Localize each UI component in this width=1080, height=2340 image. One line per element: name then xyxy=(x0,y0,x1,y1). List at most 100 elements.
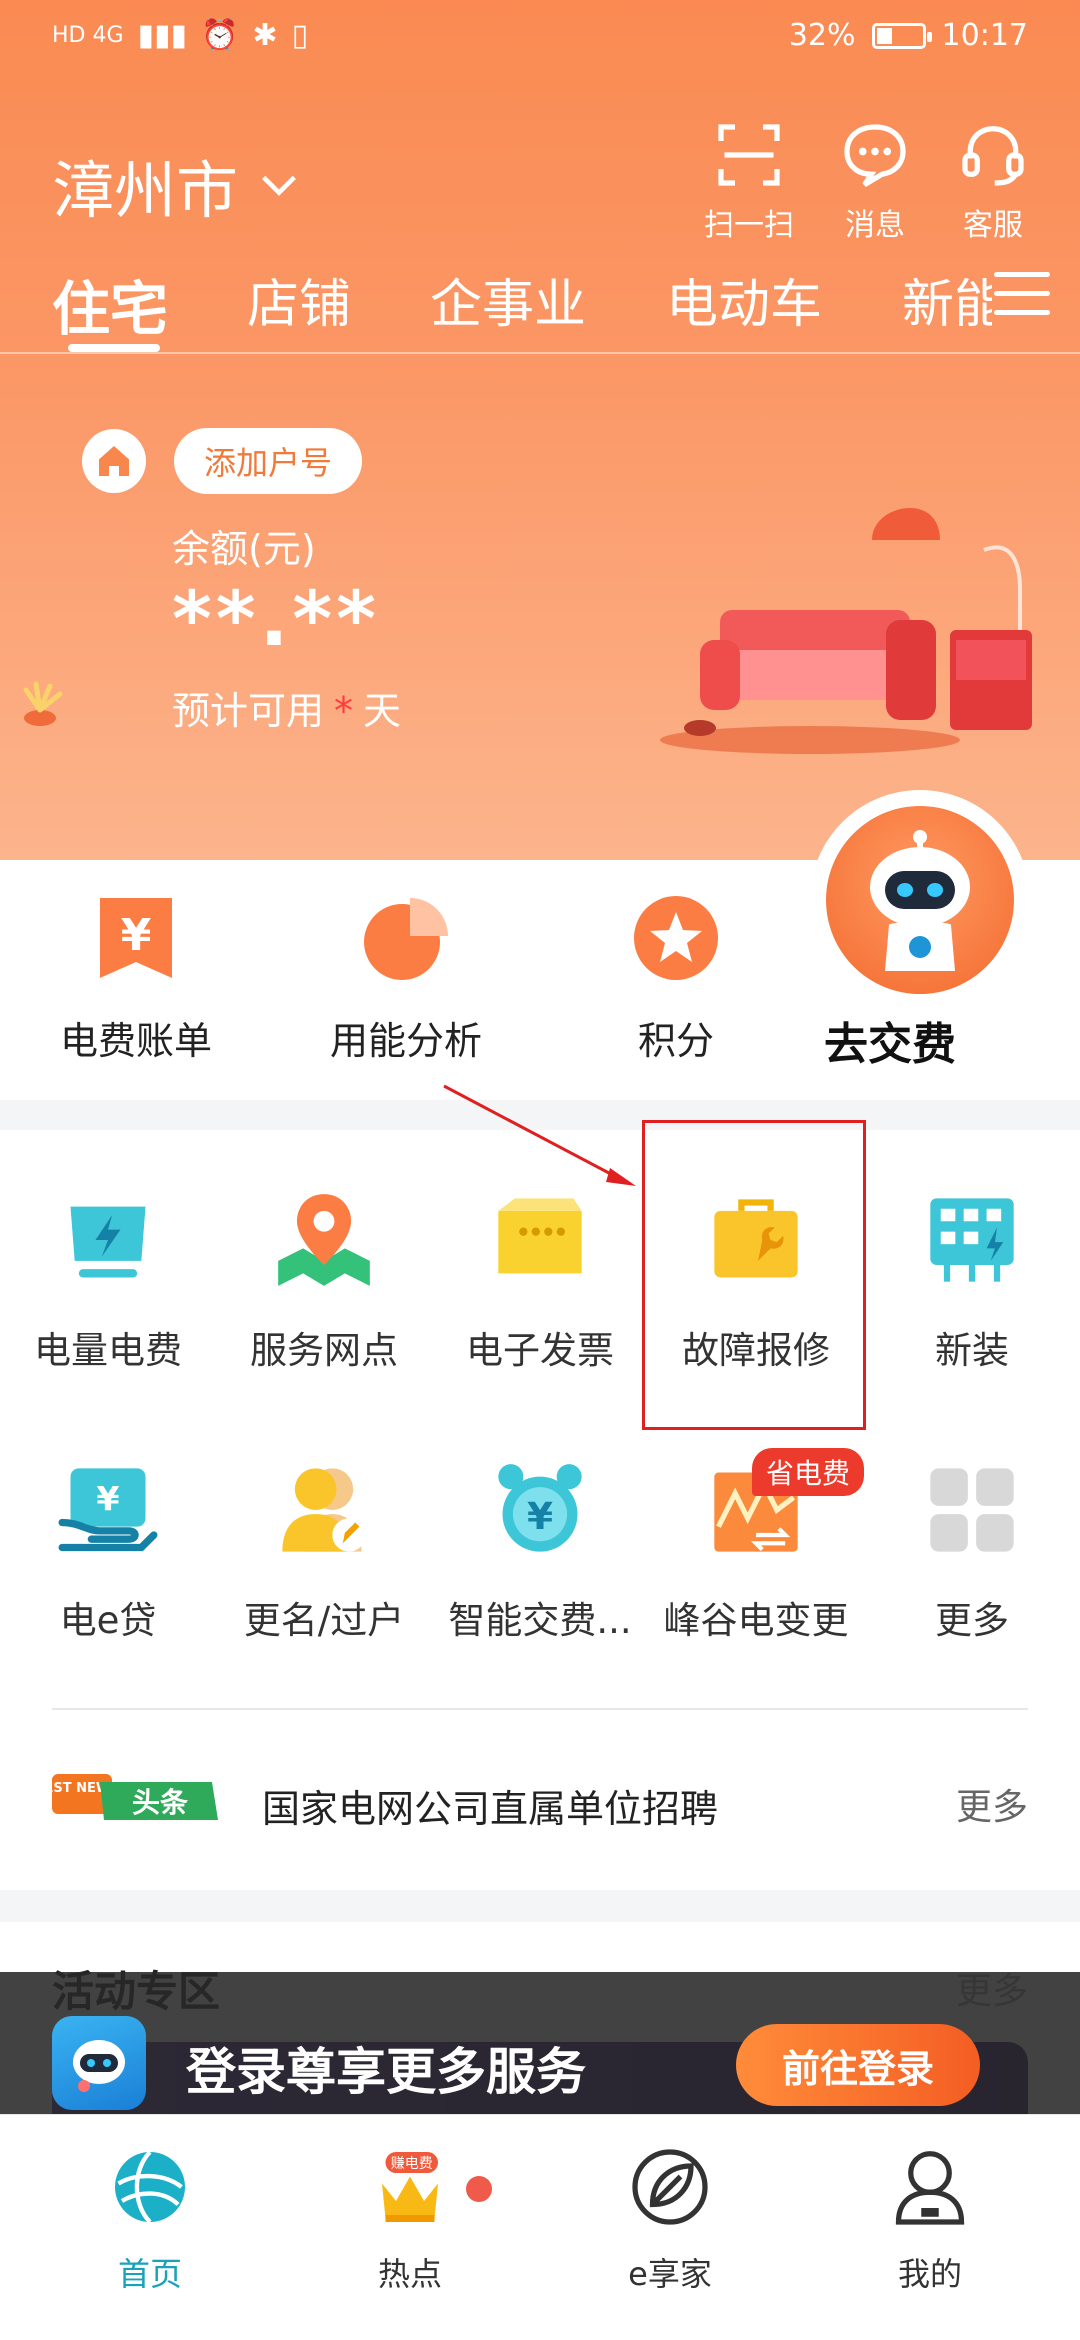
service-label-smart-pay: 智能交费... xyxy=(448,1599,632,1642)
house-icon xyxy=(82,429,146,493)
hot-crown-icon: 赚电费 xyxy=(382,2152,438,2222)
save-fee-badge: 省电费 xyxy=(752,1448,865,1496)
tab-shop[interactable]: 店铺 xyxy=(247,262,351,337)
robot-icon xyxy=(826,806,1014,994)
scan-button[interactable]: 扫一扫 xyxy=(694,120,804,244)
building-power-icon xyxy=(930,1198,1014,1282)
svg-text:¥: ¥ xyxy=(527,1494,553,1538)
nav-home-label: 首页 xyxy=(117,2255,182,2293)
balance-value[interactable]: **.** xyxy=(172,574,380,663)
service-item-outlets[interactable]: 服务网点 xyxy=(216,1190,432,1374)
user-edit-icon xyxy=(282,1468,366,1552)
nav-e-home-label: e享家 xyxy=(628,2255,712,2293)
nav-hot[interactable]: 赚电费 热点 xyxy=(330,2145,490,2295)
leaf-icon xyxy=(632,2149,708,2225)
scan-icon xyxy=(718,124,780,186)
account-row: 添加户号 xyxy=(82,428,363,494)
service-item-loan[interactable]: ¥ 电e贷 xyxy=(0,1460,216,1644)
service-label-outlets: 服务网点 xyxy=(250,1329,398,1372)
news-more-link[interactable]: 更多 xyxy=(956,1778,1028,1830)
pay-button[interactable]: 去交费 xyxy=(824,1008,956,1072)
bill-icon: ¥ xyxy=(100,898,172,978)
bill-label: 电费账单 xyxy=(59,1019,212,1063)
headline-news-logo: 1ST NEWS 头条 xyxy=(52,1774,218,1820)
person-icon xyxy=(895,2151,965,2225)
energy-analysis-button[interactable]: 用能分析 xyxy=(296,890,516,1065)
nav-hot-badge: 赚电费 xyxy=(391,2156,433,2172)
tabs-divider xyxy=(0,352,1080,354)
header-banner: HD 4G ▮▮▮ ⏰ ✱ ▯ 32% 10:17 漳州市 扫一扫 消息 客服 … xyxy=(0,0,1080,860)
status-bar: HD 4G ▮▮▮ ⏰ ✱ ▯ 32% 10:17 xyxy=(0,0,1080,74)
service-label-more: 更多 xyxy=(935,1599,1009,1642)
news-headline[interactable]: 国家电网公司直属单位招聘 xyxy=(262,1778,718,1833)
nav-mine-label: 我的 xyxy=(897,2255,962,2293)
scan-label: 扫一扫 xyxy=(704,208,794,243)
annotation-highlight-box xyxy=(642,1120,866,1430)
service-item-rename[interactable]: 更名/过户 xyxy=(216,1460,432,1644)
alarm-icon: ⏰ xyxy=(201,18,239,53)
battery-icon xyxy=(871,22,932,49)
points-label: 积分 xyxy=(637,1019,714,1063)
city-selector[interactable]: 漳州市 xyxy=(52,140,302,230)
balance-label: 余额(元) xyxy=(172,527,316,571)
notification-dot xyxy=(466,2176,492,2202)
bluetooth-icon: ✱ xyxy=(252,18,278,53)
message-icon xyxy=(844,124,906,188)
assistant-robot[interactable] xyxy=(810,790,1030,1010)
estimate-suffix: 天 xyxy=(363,689,402,733)
tab-ev[interactable]: 电动车 xyxy=(666,262,822,337)
add-account-button[interactable]: 添加户号 xyxy=(174,428,363,494)
annotation-arrow xyxy=(443,1084,636,1186)
nav-e-home[interactable]: e享家 xyxy=(590,2145,750,2295)
tab-residential[interactable]: 住宅 xyxy=(52,262,168,352)
go-login-button[interactable]: 前往登录 xyxy=(736,2024,980,2106)
bill-button[interactable]: ¥ 电费账单 xyxy=(26,890,246,1065)
chevron-down-icon xyxy=(262,175,296,196)
estimate-prefix: 预计可用 xyxy=(172,689,325,733)
loan-icon: ¥ xyxy=(58,1468,158,1552)
battery-percent: 32% xyxy=(788,18,856,53)
app-logo-icon xyxy=(52,2016,146,2110)
svg-text:¥: ¥ xyxy=(96,1479,119,1518)
home-globe-icon xyxy=(115,2150,185,2224)
lightning-monitor-icon xyxy=(70,1206,146,1278)
headset-icon xyxy=(962,126,1024,186)
signal-icon: ▮▮▮ xyxy=(137,18,188,53)
customer-service-button[interactable]: 客服 xyxy=(938,120,1048,244)
service-label-new-install: 新装 xyxy=(935,1329,1009,1372)
customer-service-label: 客服 xyxy=(963,208,1023,243)
news-logo-text: 头条 xyxy=(132,1786,188,1819)
battery-fill xyxy=(876,27,892,44)
points-button[interactable]: 积分 xyxy=(566,890,786,1065)
nav-home[interactable]: 首页 xyxy=(70,2145,230,2295)
energy-analysis-label: 用能分析 xyxy=(329,1019,482,1063)
service-item-more[interactable]: 更多 xyxy=(864,1460,1080,1644)
nav-mine[interactable]: 我的 xyxy=(850,2145,1010,2295)
star-icon xyxy=(634,896,718,980)
grid-more-icon xyxy=(930,1468,1014,1552)
login-prompt-bar: 登录尊享更多服务 前往登录 xyxy=(0,1972,1080,2114)
service-label-peak-valley: 峰谷电变更 xyxy=(663,1599,849,1642)
svg-text:¥: ¥ xyxy=(121,910,152,961)
service-label-usage: 电量电费 xyxy=(34,1329,182,1372)
estimate-days: 预计可用 * 天 xyxy=(172,680,401,735)
login-prompt-message: 登录尊享更多服务 xyxy=(186,2043,586,2101)
news-ticker[interactable]: 1ST NEWS 头条 国家电网公司直属单位招聘 更多 xyxy=(52,1768,1028,1838)
service-item-invoice[interactable]: 电子发票 xyxy=(432,1190,648,1374)
message-button[interactable]: 消息 xyxy=(820,120,930,244)
network-indicator: HD 4G xyxy=(52,23,124,48)
living-room-illustration xyxy=(660,508,1032,754)
clock: 10:17 xyxy=(941,18,1028,53)
plant-illustration xyxy=(23,681,63,726)
estimate-value: * xyxy=(334,689,354,733)
service-item-smart-pay[interactable]: ¥ 智能交费... xyxy=(432,1460,648,1644)
service-item-usage[interactable]: 电量电费 xyxy=(0,1190,216,1374)
tab-enterprise[interactable]: 企事业 xyxy=(430,262,586,337)
service-label-loan: 电e贷 xyxy=(59,1599,157,1642)
tabs-menu-icon[interactable] xyxy=(994,272,1050,320)
tab-new-energy[interactable]: 新能 xyxy=(902,262,992,337)
service-item-new-install[interactable]: 新装 xyxy=(864,1190,1080,1374)
category-tabs: 住宅 店铺 企事业 电动车 新能 xyxy=(52,262,1050,352)
city-name: 漳州市 xyxy=(52,154,239,227)
service-label-invoice: 电子发票 xyxy=(466,1329,614,1372)
